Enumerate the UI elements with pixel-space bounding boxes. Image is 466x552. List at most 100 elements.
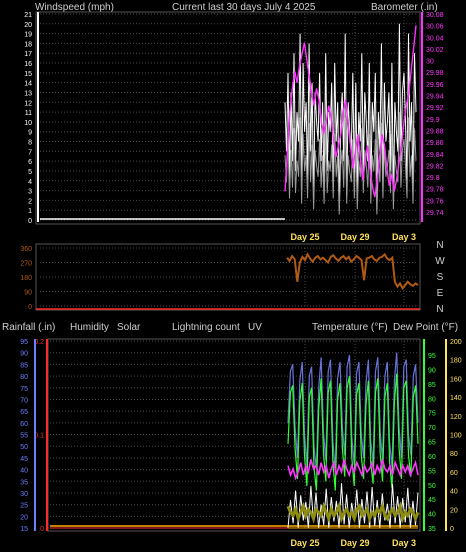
temperature-tick: 90 (428, 367, 436, 374)
windspeed-tick: 7 (28, 149, 32, 156)
uv-label: UV (248, 322, 262, 333)
solar-axis: 200180160140120100806040200 (450, 339, 462, 533)
windspeed-tick: 9 (28, 130, 32, 137)
temperature-tick: 75 (428, 411, 436, 418)
solar-tick: 140 (450, 395, 462, 402)
temperature-tick: 95 (428, 353, 436, 360)
windspeed-tick: 6 (28, 159, 32, 166)
temperature-tick: 40 (428, 512, 436, 519)
windspeed-tick: 19 (24, 32, 32, 39)
solar-tick: 100 (450, 433, 462, 440)
solar-tick: 0 (450, 526, 454, 533)
humidity-tick: 95 (20, 339, 28, 346)
solar-tick: 180 (450, 358, 462, 365)
windspeed-tick: 0 (28, 218, 32, 225)
compass-w: W (435, 256, 445, 267)
winddir-line (286, 252, 419, 291)
temperature-tick: 70 (428, 425, 436, 432)
climate-panel-grid (50, 340, 418, 529)
barometer-tick: 29.84 (426, 152, 444, 159)
compass-s: S (437, 272, 444, 283)
date-label: Day 25 (290, 538, 319, 548)
windspeed-tick: 1 (28, 208, 32, 215)
date-label: Day 25 (290, 232, 319, 242)
temperature-axis: 95 90 85 80 75 70 65 60 55 50 45 40 35 (428, 353, 436, 533)
humidity-tick: 20 (20, 514, 28, 521)
solar-tick: 20 (450, 507, 458, 514)
windspeed-tick: 21 (24, 12, 32, 19)
windspeed-tick: 17 (24, 51, 32, 58)
humidity-tick: 75 (20, 386, 28, 393)
temperature-tick: 65 (428, 440, 436, 447)
compass-e: E (437, 288, 444, 299)
barometer-tick: 30.08 (426, 12, 444, 19)
humidity-axis: 95 90 85 80 75 70 65 60 55 50 45 40 35 30 25 20 15 (20, 339, 28, 533)
temperature-tick: 85 (428, 382, 436, 389)
windspeed-tick: 18 (24, 41, 32, 48)
windspeed-axis: 2120191817161514131211109876543210 (24, 12, 32, 225)
humidity-tick: 40 (20, 468, 28, 475)
rainfall-label: Rainfall (.in) (2, 322, 55, 333)
barometer-tick: 30.04 (426, 35, 444, 42)
windspeed-tick: 15 (24, 71, 32, 78)
temperature-tick: 35 (428, 526, 436, 533)
date-label: Day 29 (340, 232, 369, 242)
compass-labels: NWSEN (435, 240, 445, 315)
temperature-tick: 60 (428, 454, 436, 461)
humidity-tick: 65 (20, 409, 28, 416)
dewpoint-label: Dew Point (°F) (393, 322, 458, 333)
windspeed-tick: 2 (28, 198, 32, 205)
solar-tick: 160 (450, 376, 462, 383)
barometer-tick: 29.88 (426, 128, 444, 135)
windspeed-tick: 8 (28, 140, 32, 147)
temperature-tick: 55 (428, 468, 436, 475)
wind-date-labels: Day 25 Day 29 Day 3 (290, 232, 416, 242)
solar-line (287, 483, 419, 529)
barometer-tick: 29.92 (426, 105, 444, 112)
winddir-tick: 360 (20, 246, 32, 253)
windspeed-label: Windspeed (mph) (35, 2, 114, 13)
solar-label: Solar (117, 322, 141, 333)
climate-panel-series (50, 352, 420, 529)
winddir-series (286, 252, 419, 291)
date-label: Day 3 (392, 232, 416, 242)
windspeed-tick: 5 (28, 169, 32, 176)
barometer-tick: 30 (426, 59, 434, 66)
barometer-axis: 30.08 30.06 30.04 30.02 30 29.98 29.96 29.94 29.… (426, 12, 444, 217)
humidity-tick: 50 (20, 444, 28, 451)
compass-n: N (436, 240, 443, 251)
winddir-axis: 360 270 180 90 0 (20, 246, 32, 311)
barometer-tick: 29.86 (426, 140, 444, 147)
winddir-tick: 90 (24, 290, 32, 297)
humidity-tick: 45 (20, 456, 28, 463)
temperature-tick: 80 (428, 396, 436, 403)
rainfall-tick: 0 (40, 526, 44, 533)
humidity-tick: 35 (20, 479, 28, 486)
barometer-tick: 29.8 (426, 175, 440, 182)
windspeed-tick: 13 (24, 90, 32, 97)
solar-tick: 80 (450, 451, 458, 458)
barometer-tick: 30.06 (426, 24, 444, 31)
humidity-tick: 55 (20, 433, 28, 440)
temperature-tick: 45 (428, 497, 436, 504)
temperature-tick: 50 (428, 483, 436, 490)
winddir-panel-grid (40, 247, 418, 307)
lightning-label: Lightning count (172, 322, 240, 333)
windspeed-tick: 16 (24, 61, 32, 68)
wind-panel-series (40, 23, 417, 220)
solar-tick: 200 (450, 339, 462, 346)
barometer-tick: 29.78 (426, 187, 444, 194)
chart-title: Current last 30 days July 4 2025 (172, 2, 316, 13)
humidity-tick: 80 (20, 374, 28, 381)
barometer-tick: 29.82 (426, 163, 444, 170)
humidity-tick: 30 (20, 491, 28, 498)
barometer-tick: 29.74 (426, 210, 444, 217)
wind-panel-grid (40, 13, 418, 221)
windspeed-tick: 20 (24, 22, 32, 29)
temperature-label: Temperature (°F) (312, 322, 388, 333)
solar-tick: 60 (450, 470, 458, 477)
humidity-tick: 70 (20, 397, 28, 404)
barometer-tick: 29.96 (426, 82, 444, 89)
winddir-tick: 0 (28, 304, 32, 311)
barometer-tick: 29.9 (426, 117, 440, 124)
